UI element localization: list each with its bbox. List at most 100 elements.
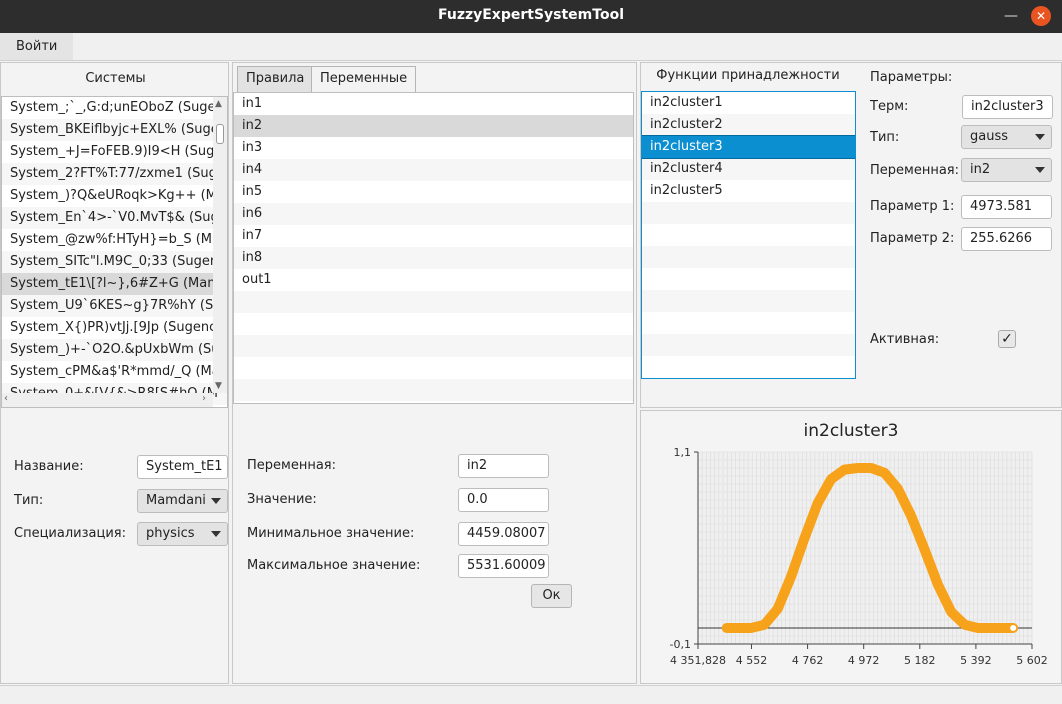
empty-row	[642, 246, 855, 268]
list-item[interactable]: in2cluster3	[642, 135, 855, 159]
mf-type-value: gauss	[970, 129, 1009, 144]
empty-row	[642, 312, 855, 334]
list-item[interactable]: in2cluster2	[642, 114, 855, 136]
list-item[interactable]: System_SITc"l.M9C_0;33 (Suger	[2, 251, 227, 273]
ok-button[interactable]: Ок	[531, 584, 572, 608]
x-tick-label: 5 182	[904, 654, 936, 667]
minimize-icon[interactable]: —	[996, 0, 1026, 33]
close-button[interactable]: ✕	[1026, 0, 1056, 33]
window-title: FuzzyExpertSystemTool	[437, 7, 624, 23]
chart-panel: in2cluster3 1,1 -0,1 4 351,828 4 552 4 762 4 9…	[640, 410, 1062, 684]
status-bar	[0, 685, 1062, 704]
x-tick-label: 5 392	[960, 654, 992, 667]
mf-variable-select[interactable]: in2	[961, 158, 1052, 182]
membership-chart: in2cluster3 1,1 -0,1 4 351,828 4 552 4 762 4 9…	[670, 421, 1048, 667]
list-item[interactable]: System_En`4>-`V0.MvT$& (Sug	[2, 207, 227, 229]
data-point	[746, 624, 755, 632]
max-value-field[interactable]: 5531.60009	[458, 554, 549, 578]
list-item[interactable]: in1	[234, 93, 633, 115]
system-spec-value: physics	[146, 526, 195, 541]
systems-vscroll[interactable]: ▲ ▼	[213, 97, 227, 393]
list-item[interactable]: in3	[234, 137, 633, 159]
empty-row	[642, 268, 855, 290]
mf-variable-label: Переменная:	[870, 163, 959, 178]
system-spec-select[interactable]: physics	[137, 522, 228, 546]
data-point	[933, 580, 942, 589]
list-item[interactable]: System_2?FT%T:77/zxme1 (Sug	[2, 163, 227, 185]
data-point	[773, 604, 782, 613]
param1-field[interactable]: 4973.581	[961, 195, 1052, 219]
data-point	[787, 572, 796, 581]
list-item[interactable]: System_)+-`O2O.&pUxbWm (Su	[2, 339, 227, 361]
data-point	[840, 465, 849, 474]
list-item[interactable]: System_BKEiflbyjc+EXL% (Suge	[2, 119, 227, 141]
tab-rules[interactable]: Правила	[237, 66, 314, 92]
system-name-field[interactable]: System_tE1	[137, 455, 228, 479]
data-point	[800, 534, 809, 543]
data-point	[860, 464, 869, 472]
empty-row	[234, 313, 633, 335]
systems-hscroll[interactable]: ‹ ›	[2, 393, 213, 407]
menu-login[interactable]: Войти	[0, 33, 74, 60]
data-point	[987, 624, 996, 632]
data-point	[974, 624, 983, 632]
list-item[interactable]: in2	[234, 115, 633, 137]
term-field[interactable]: in2cluster3	[962, 95, 1053, 119]
list-item[interactable]: System_U9`6KES~g}7R%hY (S	[2, 295, 227, 317]
term-label: Терм:	[870, 99, 909, 114]
list-item[interactable]: System_;`_,G:d;unEOboZ (Suge	[2, 97, 227, 119]
data-point	[880, 468, 889, 477]
systems-panel: Системы System_;`_,G:d;unEOboZ (Suge Syst…	[0, 62, 229, 684]
systems-list[interactable]: System_;`_,G:d;unEOboZ (Suge System_BKEif…	[1, 96, 228, 408]
chevron-down-icon	[1035, 134, 1045, 140]
mf-variable-value: in2	[970, 162, 991, 177]
list-item[interactable]: System_tE1\[?l~},6#Z+G (Mam	[2, 273, 227, 295]
empty-row	[642, 224, 855, 246]
min-value-label: Минимальное значение:	[247, 526, 415, 541]
list-item[interactable]: in8	[234, 247, 633, 269]
list-item[interactable]: System_X{)PR)vtJj.[9Jp (Sugenc	[2, 317, 227, 339]
active-checkbox[interactable]: ✓	[998, 330, 1016, 348]
variables-list[interactable]: in1 in2 in3 in4 in5 in6 in7 in8 out1	[233, 92, 634, 404]
list-item[interactable]: System_)?Q&eURoqk>Kg++ (M	[2, 185, 227, 207]
list-item[interactable]: System_cPM&a$'R*mmd/_Q (Ma	[2, 361, 227, 383]
list-item[interactable]: System_+J=FoFEB.9)I9<H (Sug	[2, 141, 227, 163]
list-item[interactable]: in2cluster1	[642, 92, 855, 114]
tab-variables[interactable]: Переменные	[311, 66, 417, 92]
list-item[interactable]: System_@zw%f:HTyH}=b_S (M	[2, 229, 227, 251]
mf-type-select[interactable]: gauss	[961, 125, 1052, 149]
empty-row	[234, 357, 633, 379]
data-point	[827, 475, 836, 484]
min-value-field[interactable]: 4459.08007	[458, 522, 549, 546]
list-item[interactable]: in2cluster5	[642, 180, 855, 202]
close-icon: ✕	[1031, 6, 1051, 26]
scroll-left-icon[interactable]: ‹	[4, 393, 8, 404]
list-item[interactable]: in4	[234, 159, 633, 181]
systems-header: Системы	[85, 71, 146, 86]
param2-field[interactable]: 255.6266	[961, 227, 1052, 251]
list-item[interactable]: in6	[234, 203, 633, 225]
membership-list[interactable]: in2cluster1 in2cluster2 in2cluster3 in2clus…	[641, 91, 856, 379]
system-type-select[interactable]: Mamdani	[137, 489, 228, 513]
value-field[interactable]: 0.0	[458, 488, 549, 512]
empty-row	[642, 290, 855, 312]
scroll-right-icon[interactable]: ›	[202, 393, 206, 404]
scroll-thumb[interactable]	[216, 124, 224, 144]
data-point	[760, 620, 769, 629]
scroll-up-icon[interactable]: ▲	[215, 99, 222, 109]
list-item[interactable]: in2cluster4	[642, 158, 855, 180]
list-item[interactable]: out1	[234, 269, 633, 291]
data-point	[733, 624, 742, 632]
empty-row	[642, 334, 855, 356]
chevron-down-icon	[211, 498, 221, 504]
y-tick-label: 1,1	[674, 446, 692, 459]
x-tick-label: 5 602	[1016, 654, 1048, 667]
list-item[interactable]: in5	[234, 181, 633, 203]
data-point	[867, 464, 876, 472]
data-point	[1000, 624, 1009, 632]
x-tick-label: 4 552	[736, 654, 768, 667]
list-item[interactable]: in7	[234, 225, 633, 247]
variable-field[interactable]: in2	[458, 454, 549, 478]
data-point	[907, 512, 916, 520]
scroll-down-icon[interactable]: ▼	[215, 381, 222, 391]
